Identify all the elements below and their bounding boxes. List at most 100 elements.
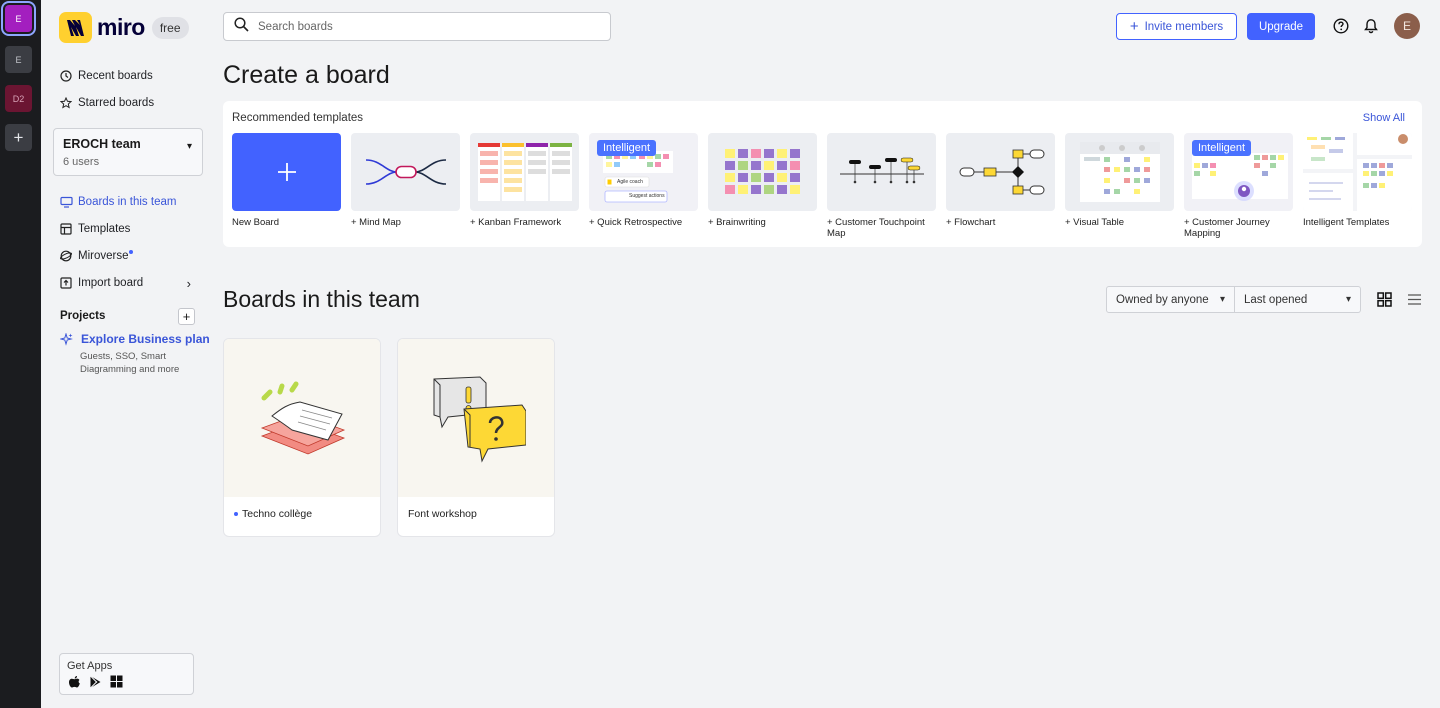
upgrade-button[interactable]: Upgrade (1247, 13, 1315, 40)
intelligent-badge: Intelligent (1192, 140, 1252, 156)
plus-icon: + (1129, 18, 1139, 35)
sidebar-item-label: Miroverse (78, 250, 129, 262)
sidebar-item-miroverse[interactable]: Miroverse (59, 249, 134, 263)
agile-coach-chip: Agile coach (617, 179, 643, 185)
sort-value: Last opened (1244, 293, 1308, 306)
owner-filter-dropdown[interactable]: Owned by anyone ▾ (1106, 286, 1235, 313)
board-card[interactable]: Font workshop (397, 338, 555, 537)
projects-heading: Projects (60, 310, 106, 322)
suggest-actions-chip: Suggest actions (629, 193, 665, 199)
miroverse-icon (59, 249, 73, 263)
sidebar: miro free Recent boards Starred boards E… (41, 0, 211, 708)
import-icon (59, 276, 73, 290)
template-label: + Customer Touchpoint Map (827, 217, 925, 239)
new-indicator-dot (129, 250, 134, 254)
template-label: + Visual Table (1065, 217, 1125, 228)
add-team-button[interactable]: + (5, 124, 32, 151)
template-quick-retrospective[interactable]: Intelligent Agile coach Suggest actions … (589, 133, 698, 228)
template-intelligent-templates[interactable]: Intelligent Templates (1303, 133, 1412, 228)
template-label: New Board (232, 217, 279, 228)
miro-logo[interactable]: miro free (59, 12, 189, 43)
help-icon[interactable] (1332, 17, 1350, 35)
search-input[interactable] (258, 20, 578, 33)
template-new-board[interactable]: New Board (232, 133, 341, 228)
explore-business-subtitle: Guests, SSO, Smart Diagramming and more (80, 351, 180, 375)
visual-table-thumbnail (1065, 133, 1174, 211)
chevron-right-icon: › (186, 275, 191, 291)
board-card[interactable]: Techno collège (223, 338, 381, 537)
template-label: + Quick Retrospective (589, 217, 683, 228)
grid-view-icon[interactable] (1377, 292, 1393, 308)
team-selector[interactable]: EROCH team 6 users ▾ (53, 128, 203, 176)
chevron-down-icon: ▾ (186, 141, 192, 152)
list-view-icon[interactable] (1407, 292, 1423, 308)
board-name: Font workshop (408, 508, 477, 520)
template-label: + Brainwriting (708, 217, 766, 228)
template-brainwriting[interactable]: + Brainwriting (708, 133, 817, 228)
mind-map-thumbnail (351, 133, 460, 211)
star-icon (59, 96, 73, 110)
recent-boards-link[interactable]: Recent boards (59, 69, 153, 83)
show-all-link[interactable]: Show All (1363, 112, 1405, 124)
invite-members-label: Invite members (1144, 20, 1224, 33)
template-label: Intelligent Templates (1303, 217, 1390, 228)
template-customer-journey[interactable]: Intelligent + Customer Journey Mapping (1184, 133, 1293, 239)
intelligent-templates-thumbnail (1303, 133, 1412, 211)
template-flowchart[interactable]: + Flowchart (946, 133, 1055, 228)
starred-boards-label: Starred boards (78, 97, 155, 109)
team-name: EROCH team (63, 137, 141, 151)
team-rail: E E D2 + (0, 0, 41, 708)
team-switch-e[interactable]: E (5, 5, 32, 32)
chevron-down-icon: ▾ (1219, 294, 1225, 305)
recent-boards-label: Recent boards (78, 70, 153, 82)
team-switch-e-second[interactable]: E (5, 46, 32, 73)
template-visual-table[interactable]: + Visual Table (1065, 133, 1174, 228)
template-customer-touchpoint[interactable]: + Customer Touchpoint Map (827, 133, 936, 239)
explore-business-title: Explore Business plan (81, 332, 210, 346)
sidebar-item-boards[interactable]: Boards in this team (59, 195, 176, 209)
templates-icon (59, 222, 73, 236)
explore-business-link[interactable]: Explore Business plan (60, 332, 210, 346)
board-name: Techno collège (242, 508, 313, 520)
plan-badge: free (151, 16, 189, 39)
customer-journey-thumbnail: Intelligent (1184, 133, 1293, 211)
notifications-bell-icon[interactable] (1362, 17, 1380, 35)
starred-boards-link[interactable]: Starred boards (59, 96, 154, 110)
brand-name: miro (97, 14, 145, 40)
quick-retro-thumbnail: Intelligent Agile coach Suggest actions (589, 133, 698, 211)
kanban-thumbnail (470, 133, 579, 211)
team-switch-d2[interactable]: D2 (5, 85, 32, 112)
owner-filter-value: Owned by anyone (1116, 293, 1209, 306)
templates-panel: Recommended templates Show All New Board… (223, 101, 1422, 247)
search-icon (234, 16, 249, 37)
windows-icon[interactable] (110, 675, 123, 694)
get-apps-label: Get Apps (67, 660, 113, 672)
touchpoint-thumbnail (827, 133, 936, 211)
boards-section-title: Boards in this team (223, 286, 420, 312)
recommended-templates-heading: Recommended templates (232, 112, 364, 124)
apple-icon[interactable] (68, 675, 81, 694)
user-avatar[interactable]: E (1394, 13, 1420, 39)
search-box[interactable] (223, 12, 611, 41)
sidebar-item-label: Boards in this team (78, 196, 177, 208)
sidebar-item-import[interactable]: Import board › (59, 275, 199, 291)
get-apps-panel: Get Apps (59, 653, 194, 695)
invite-members-button[interactable]: + Invite members (1116, 13, 1237, 40)
flowchart-thumbnail (946, 133, 1055, 211)
sidebar-item-label: Import board (78, 277, 144, 289)
sidebar-item-templates[interactable]: Templates (59, 222, 130, 236)
template-label: + Kanban Framework (470, 217, 562, 228)
sort-dropdown[interactable]: Last opened ▾ (1235, 286, 1361, 313)
miro-logo-icon (59, 12, 92, 43)
template-label: + Customer Journey Mapping (1184, 217, 1270, 239)
template-kanban[interactable]: + Kanban Framework (470, 133, 579, 228)
sidebar-item-label: Templates (78, 223, 131, 235)
board-thumbnail (224, 339, 380, 497)
boards-icon (59, 195, 73, 209)
template-mind-map[interactable]: + Mind Map (351, 133, 460, 228)
create-board-title: Create a board (223, 61, 390, 89)
add-project-button[interactable]: + (178, 308, 195, 325)
new-board-thumbnail (232, 133, 341, 211)
google-play-icon[interactable] (89, 675, 102, 694)
plus-icon (277, 163, 296, 181)
